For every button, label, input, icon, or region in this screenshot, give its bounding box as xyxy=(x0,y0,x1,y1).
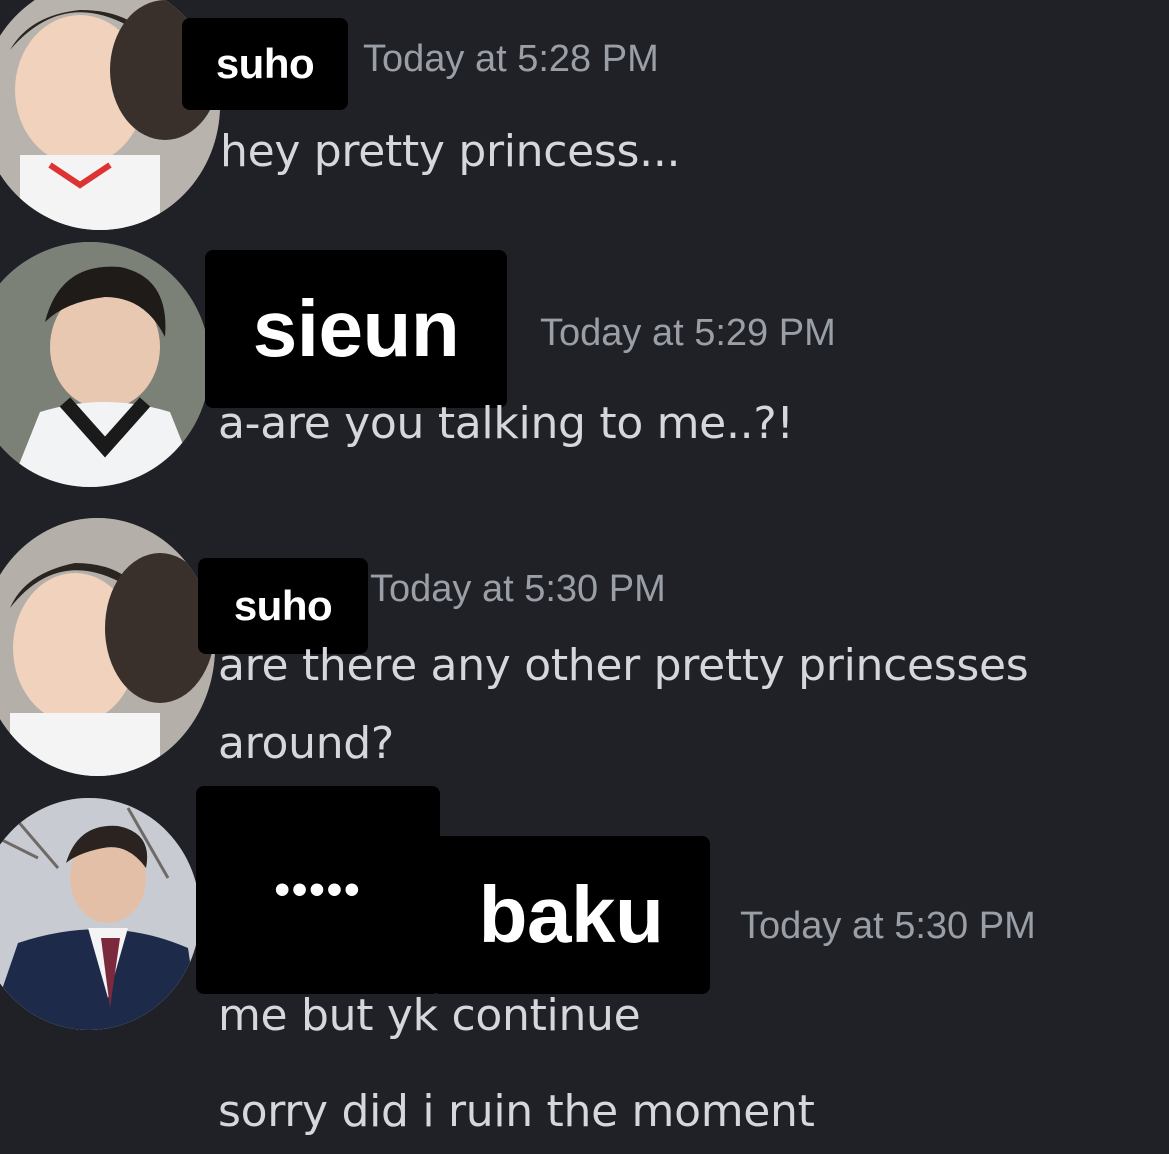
message-text: a-are you talking to me..?! xyxy=(218,398,794,449)
avatar-photo-icon xyxy=(0,518,215,776)
author-name-baku[interactable]: baku xyxy=(432,836,710,994)
message-timestamp: Today at 5:28 PM xyxy=(363,38,659,80)
message-timestamp: Today at 5:29 PM xyxy=(540,312,836,354)
message-timestamp: Today at 5:30 PM xyxy=(370,568,666,610)
avatar-sieun[interactable] xyxy=(0,242,210,487)
avatar-baku[interactable] xyxy=(0,798,200,1030)
author-name-suho[interactable]: suho xyxy=(182,18,348,110)
message-timestamp: Today at 5:30 PM xyxy=(740,905,1036,947)
avatar-suho[interactable] xyxy=(0,518,215,776)
avatar-photo-icon xyxy=(0,798,200,1030)
avatar-photo-icon xyxy=(0,242,210,487)
author-name-sieun[interactable]: sieun xyxy=(205,250,507,408)
author-prefix-dots: ••••• xyxy=(196,786,440,994)
message-text: around? xyxy=(218,718,394,769)
message-text: hey pretty princess... xyxy=(220,126,681,177)
message-text: sorry did i ruin the moment xyxy=(218,1086,815,1137)
message-text: are there any other pretty princesses xyxy=(218,640,1029,691)
message-text: me but yk continue xyxy=(218,990,641,1041)
